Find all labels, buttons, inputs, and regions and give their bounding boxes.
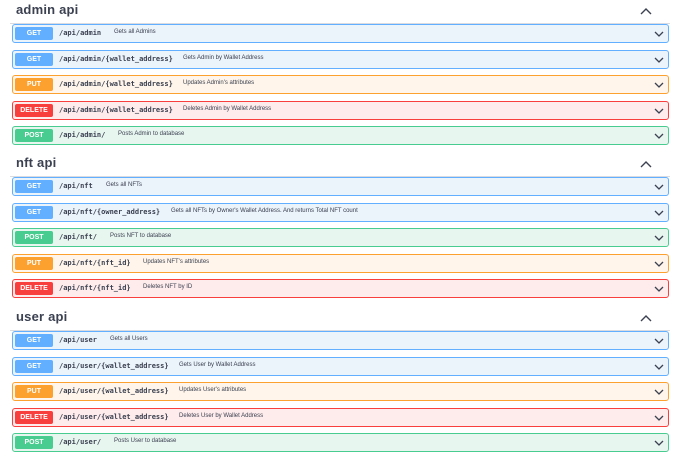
- section-admin-api: admin api GET/api/admin Gets all Admins GET…: [0, 2, 680, 145]
- operation-post[interactable]: POST/api/nft/Posts NFT to database: [12, 228, 669, 247]
- endpoint-path: /api/admin/{wallet_address}: [59, 106, 173, 114]
- chevron-down-icon[interactable]: [654, 260, 664, 268]
- operation-get[interactable]: GET/api/admin Gets all Admins: [12, 24, 669, 43]
- section-header[interactable]: nft api: [10, 155, 670, 177]
- endpoint-description: Updates User's attributes: [179, 387, 247, 393]
- operation-post[interactable]: POST/api/user/Posts User to database: [12, 433, 669, 452]
- endpoint-description: Gets all NFTs by Owner's Wallet Address.…: [171, 208, 358, 214]
- method-badge: PUT: [15, 78, 53, 91]
- chevron-down-icon[interactable]: [654, 132, 664, 140]
- method-badge: DELETE: [15, 411, 53, 424]
- operation-put[interactable]: PUT/api/admin/{wallet_address} Updates Ad…: [12, 75, 669, 94]
- method-badge: POST: [15, 129, 53, 142]
- method-badge: GET: [15, 360, 53, 373]
- endpoint-path: /api/nft/{nft_id}: [59, 284, 131, 292]
- chevron-down-icon[interactable]: [654, 209, 664, 217]
- chevron-down-icon[interactable]: [654, 439, 664, 447]
- method-badge: GET: [15, 27, 53, 40]
- method-badge: DELETE: [15, 282, 53, 295]
- chevron-down-icon[interactable]: [654, 337, 664, 345]
- operation-put[interactable]: PUT/api/user/{wallet_address} Updates Use…: [12, 382, 669, 401]
- operation-get[interactable]: GET/api/user Gets all Users: [12, 331, 669, 350]
- section-title: nft api: [16, 155, 57, 170]
- chevron-down-icon[interactable]: [654, 183, 664, 191]
- operation-put[interactable]: PUT/api/nft/{nft_id} Updates NFT's attrib…: [12, 254, 669, 273]
- endpoint-description: Deletes User by Wallet Address: [179, 413, 264, 419]
- method-badge: DELETE: [15, 104, 53, 117]
- endpoint-description: Posts User to database: [114, 438, 177, 444]
- method-badge: GET: [15, 53, 53, 66]
- endpoint-path: /api/admin/{wallet_address}: [59, 55, 173, 63]
- endpoint-description: Updates Admin's attributes: [183, 80, 255, 86]
- operation-get[interactable]: GET/api/nft Gets all NFTs: [12, 177, 669, 196]
- chevron-up-icon[interactable]: [640, 7, 652, 17]
- endpoint-description: Deletes Admin by Wallet Address: [183, 106, 272, 112]
- section-header[interactable]: user api: [10, 309, 670, 331]
- endpoint-path: /api/admin/: [59, 131, 106, 139]
- endpoint-description: Gets all Admins: [114, 29, 156, 35]
- chevron-down-icon[interactable]: [654, 414, 664, 422]
- endpoint-description: Gets all NFTs: [106, 182, 143, 188]
- endpoint-path: /api/nft/{nft_id}: [59, 259, 131, 267]
- endpoint-path: /api/user/{wallet_address}: [59, 362, 169, 370]
- operation-get[interactable]: GET/api/user/{wallet_address} Gets User b…: [12, 357, 669, 376]
- section-title: admin api: [16, 2, 79, 17]
- endpoint-path: /api/user: [59, 336, 97, 344]
- endpoint-description: Posts Admin to database: [118, 131, 185, 137]
- endpoint-path: /api/nft/{owner_address}: [59, 208, 161, 216]
- chevron-down-icon[interactable]: [654, 285, 664, 293]
- method-badge: PUT: [15, 257, 53, 270]
- method-badge: PUT: [15, 385, 53, 398]
- chevron-down-icon[interactable]: [654, 81, 664, 89]
- endpoint-description: Gets User by Wallet Address: [179, 362, 256, 368]
- chevron-down-icon[interactable]: [654, 107, 664, 115]
- endpoint-description: Gets Admin by Wallet Address: [183, 55, 264, 61]
- endpoint-path: /api/nft/: [59, 233, 97, 241]
- operation-delete[interactable]: DELETE/api/user/{wallet_address} Deletes …: [12, 408, 669, 427]
- endpoint-path: /api/admin: [59, 29, 102, 37]
- endpoint-path: /api/user/{wallet_address}: [59, 413, 169, 421]
- operation-post[interactable]: POST/api/admin/Posts Admin to database: [12, 126, 669, 145]
- endpoint-description: Gets all Users: [110, 336, 148, 342]
- chevron-down-icon[interactable]: [654, 56, 664, 64]
- endpoint-path: /api/admin/{wallet_address}: [59, 80, 173, 88]
- chevron-down-icon[interactable]: [654, 363, 664, 371]
- endpoint-path: /api/nft: [59, 182, 93, 190]
- operation-delete[interactable]: DELETE/api/nft/{nft_id} Deletes NFT by ID: [12, 279, 669, 298]
- endpoint-path: /api/user/{wallet_address}: [59, 387, 169, 395]
- chevron-down-icon[interactable]: [654, 388, 664, 396]
- section-user-api: user api GET/api/user Gets all Users GET/ap…: [0, 309, 680, 452]
- section-nft-api: nft api GET/api/nft Gets all NFTs GET/api/n…: [0, 155, 680, 298]
- section-header[interactable]: admin api: [10, 2, 670, 24]
- endpoint-path: /api/user/: [59, 438, 102, 446]
- operation-delete[interactable]: DELETE/api/admin/{wallet_address} Deletes…: [12, 101, 669, 120]
- method-badge: POST: [15, 231, 53, 244]
- endpoint-description: Deletes NFT by ID: [143, 284, 193, 290]
- chevron-up-icon[interactable]: [640, 314, 652, 324]
- chevron-down-icon[interactable]: [654, 30, 664, 38]
- endpoint-description: Posts NFT to database: [110, 233, 172, 239]
- section-title: user api: [16, 309, 68, 324]
- method-badge: GET: [15, 334, 53, 347]
- operation-get[interactable]: GET/api/nft/{owner_address} Gets all NFTs…: [12, 203, 669, 222]
- method-badge: POST: [15, 436, 53, 449]
- chevron-down-icon[interactable]: [654, 234, 664, 242]
- method-badge: GET: [15, 206, 53, 219]
- chevron-up-icon[interactable]: [640, 160, 652, 170]
- operation-get[interactable]: GET/api/admin/{wallet_address} Gets Admin…: [12, 50, 669, 69]
- method-badge: GET: [15, 180, 53, 193]
- endpoint-description: Updates NFT's attributes: [143, 259, 210, 265]
